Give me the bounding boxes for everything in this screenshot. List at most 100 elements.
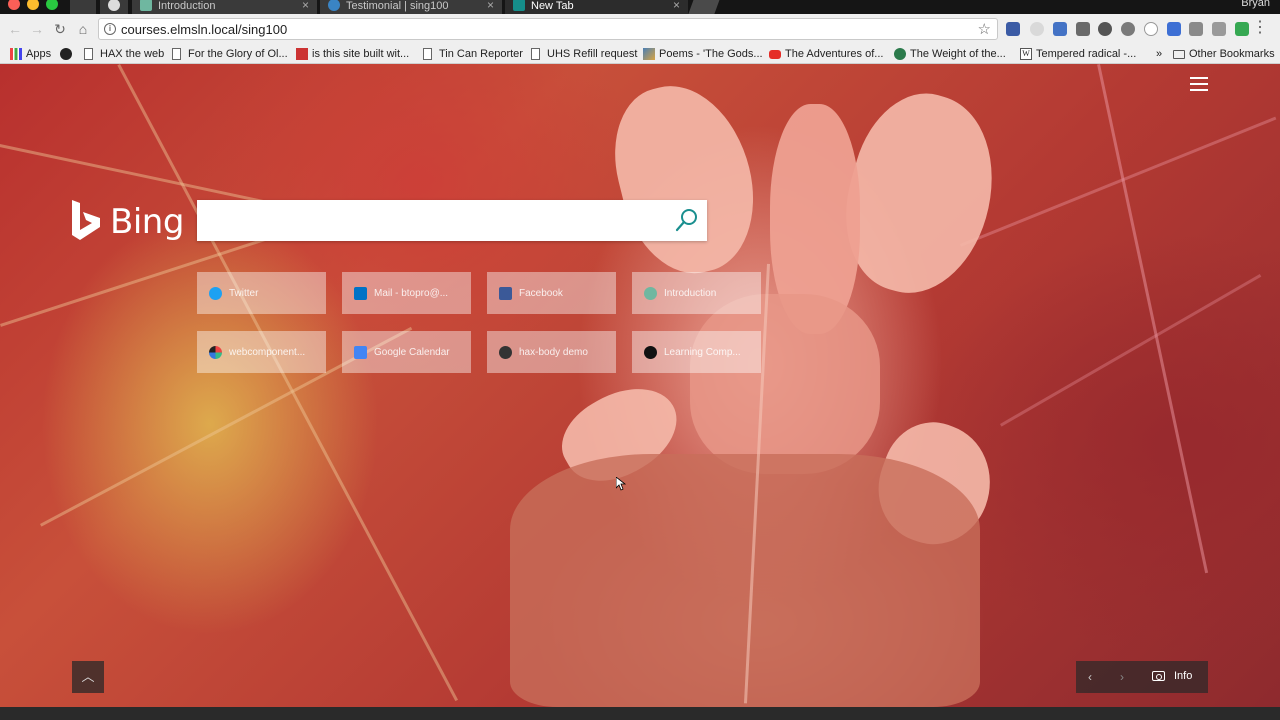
bookmark-poems[interactable]: Poems - 'The Gods...	[643, 46, 763, 62]
bookmark-tin-can[interactable]: Tin Can Reporter	[423, 46, 523, 62]
bookmark-tempered-radical[interactable]: W Tempered radical -...	[1020, 46, 1136, 62]
tile-google-calendar[interactable]: Google Calendar	[342, 331, 471, 373]
tab-testimonial[interactable]: Testimonial | sing100 ×	[320, 0, 502, 14]
bookmark-hax-the-web[interactable]: HAX the web	[84, 46, 164, 62]
bing-logo-text: Bing	[110, 202, 184, 242]
github-icon	[644, 346, 657, 359]
close-tab-icon[interactable]: ×	[487, 0, 494, 12]
tile-learning-components[interactable]: Learning Comp...	[632, 331, 761, 373]
next-image-icon[interactable]: ›	[1120, 670, 1124, 684]
minimize-window-button[interactable]	[27, 0, 39, 10]
bookmark-uhs-refill[interactable]: UHS Refill request	[531, 46, 637, 62]
close-tab-icon[interactable]: ×	[673, 0, 680, 12]
bookmark-label: Other Bookmarks	[1189, 48, 1275, 60]
bing-logo[interactable]: Bing	[70, 200, 190, 244]
back-arrow-icon[interactable]: ←	[6, 20, 24, 38]
search-box[interactable]	[197, 200, 707, 241]
bookmark-apps[interactable]: Apps	[10, 46, 51, 62]
tab-label: New Tab	[531, 0, 574, 12]
extension-icon[interactable]	[1121, 22, 1135, 36]
site-info-icon[interactable]: i	[104, 23, 116, 35]
bing-favicon-icon	[513, 0, 525, 11]
tile-mail[interactable]: Mail - btopro@...	[342, 272, 471, 314]
extension-icon[interactable]	[1053, 22, 1067, 36]
scroll-up-button[interactable]: ︿	[72, 661, 104, 693]
tile-label: Introduction	[664, 288, 717, 299]
tile-label: Facebook	[519, 288, 563, 299]
tab-blank[interactable]	[70, 0, 96, 14]
tab-new-tab[interactable]: New Tab ×	[505, 0, 688, 14]
extension-icon[interactable]	[1167, 22, 1181, 36]
tab-label: Introduction	[158, 0, 216, 12]
background-image	[0, 64, 1280, 707]
outlook-icon	[354, 287, 367, 300]
bing-new-tab-page: Bing Twitter Mail - btopro@... Facebook …	[0, 64, 1280, 707]
search-icon[interactable]	[675, 208, 699, 232]
camera-icon[interactable]	[1152, 671, 1165, 681]
home-icon[interactable]: ⌂	[74, 20, 92, 38]
bookmark-weight[interactable]: The Weight of the...	[894, 46, 1006, 62]
bookmark-label: The Weight of the...	[910, 48, 1006, 60]
bing-b-icon	[72, 200, 100, 240]
bookmarks-overflow-button[interactable]: »	[1146, 46, 1162, 62]
bookmark-label: HAX the web	[100, 48, 165, 60]
bookmark-site-built[interactable]: is this site built wit...	[296, 46, 409, 62]
extension-icon[interactable]	[1076, 22, 1090, 36]
leaf-vein	[117, 64, 459, 702]
close-tab-icon[interactable]: ×	[302, 0, 309, 12]
new-tab-button[interactable]	[688, 0, 722, 14]
tile-introduction[interactable]: Introduction	[632, 272, 761, 314]
maximize-window-button[interactable]	[46, 0, 58, 10]
bookmark-star-icon[interactable]: ☆	[978, 20, 991, 38]
reload-icon[interactable]: ↻	[51, 20, 69, 38]
tile-webcomponents[interactable]: webcomponent...	[197, 331, 326, 373]
search-input[interactable]	[207, 208, 657, 232]
tile-label: Google Calendar	[374, 347, 450, 358]
bookmark-github[interactable]	[60, 46, 76, 62]
extension-icon[interactable]	[1189, 22, 1203, 36]
profile-name[interactable]: Bryan	[1241, 0, 1270, 9]
hamburger-menu-icon[interactable]	[1190, 77, 1208, 91]
previous-image-icon[interactable]: ‹	[1088, 670, 1092, 684]
bookmark-adventures[interactable]: The Adventures of...	[769, 46, 883, 62]
tile-facebook[interactable]: Facebook	[487, 272, 616, 314]
facebook-icon	[499, 287, 512, 300]
bookmark-label: Tempered radical -...	[1036, 48, 1137, 60]
extension-icon[interactable]	[1144, 22, 1158, 36]
page-icon	[531, 48, 540, 60]
snowflake-icon	[644, 287, 657, 300]
browser-menu-icon[interactable]: ⋮	[1252, 19, 1268, 37]
bookmarks-bar: Apps HAX the web For the Glory of Ol... …	[0, 44, 1280, 64]
image-info-button[interactable]: Info	[1174, 670, 1192, 682]
hax-icon	[499, 346, 512, 359]
insect-body	[690, 294, 880, 474]
address-bar[interactable]: i courses.elmsln.local/sing100 ☆	[98, 18, 998, 40]
tile-twitter[interactable]: Twitter	[197, 272, 326, 314]
site-favicon-icon	[328, 0, 340, 11]
bookmark-label: Tin Can Reporter	[439, 48, 523, 60]
bookmark-glory[interactable]: For the Glory of Ol...	[172, 46, 288, 62]
tab-github[interactable]	[100, 0, 128, 14]
extension-icon[interactable]	[1235, 22, 1249, 36]
tile-label: Mail - btopro@...	[374, 288, 449, 299]
mouse-cursor-icon	[616, 477, 626, 491]
address-url: courses.elmsln.local/sing100	[121, 22, 288, 37]
globe-icon	[894, 48, 906, 60]
wordpress-icon[interactable]	[1098, 22, 1112, 36]
page-icon	[84, 48, 93, 60]
close-window-button[interactable]	[8, 0, 20, 10]
bookmark-other[interactable]: Other Bookmarks	[1173, 46, 1275, 62]
tab-introduction[interactable]: Introduction ×	[132, 0, 317, 14]
page-footer	[0, 707, 1280, 720]
extension-icon[interactable]	[1030, 22, 1044, 36]
twitter-icon	[209, 287, 222, 300]
extension-icon[interactable]	[1006, 22, 1020, 36]
bookmark-label: UHS Refill request	[547, 48, 638, 60]
apps-grid-icon	[10, 48, 22, 60]
page-icon	[423, 48, 432, 60]
forward-arrow-icon[interactable]: →	[28, 20, 46, 38]
tile-label: webcomponent...	[229, 347, 306, 358]
tile-hax-body-demo[interactable]: hax-body demo	[487, 331, 616, 373]
youtube-icon	[769, 50, 781, 59]
extension-icon[interactable]	[1212, 22, 1226, 36]
